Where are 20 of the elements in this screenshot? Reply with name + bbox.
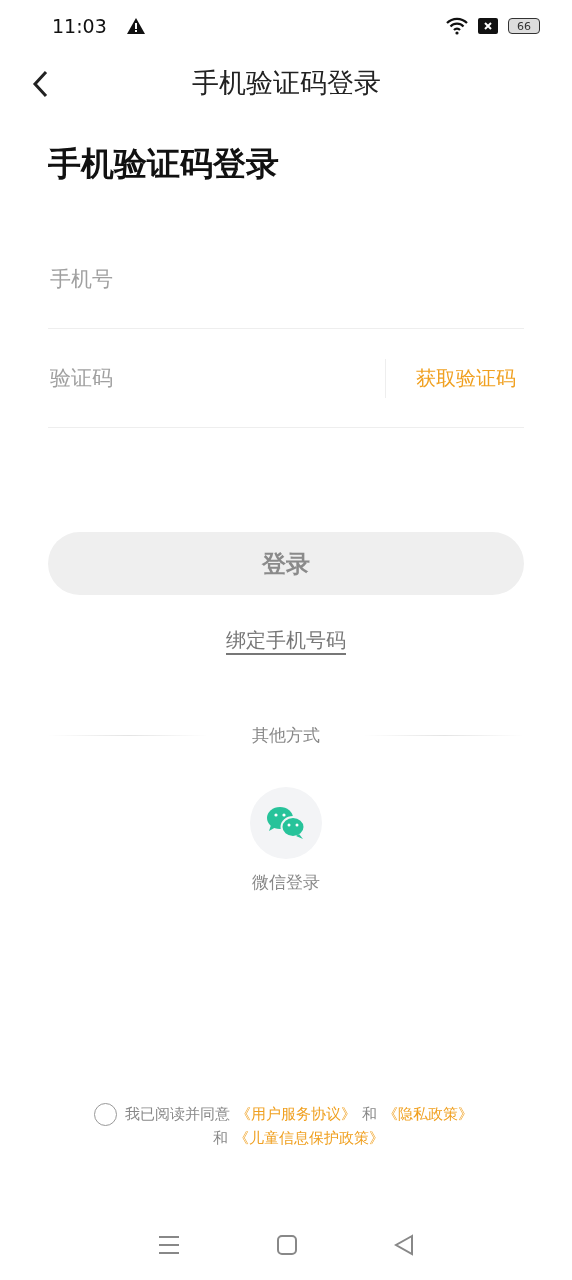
get-code-button[interactable]: 获取验证码 [385,358,524,398]
menu-icon[interactable] [158,1235,181,1255]
input-field[interactable]: 验证码 [48,365,385,391]
nav-title: 手机验证码登录 [191,66,381,100]
policy-link[interactable]: 《隐私政策》 [382,1105,473,1123]
policy-link[interactable]: 《儿童信息保护政策》 [234,1129,384,1147]
back-icon[interactable] [393,1234,414,1256]
warning-icon [126,18,145,34]
policy-link[interactable]: 《用户服务协议》 [235,1105,356,1123]
battery-icon: 66 [508,18,540,34]
no-sim-icon [478,18,498,34]
page-heading: 手机验证码登录 [48,143,280,185]
bind-phone-link[interactable]: 绑定手机号码 [226,627,346,654]
home-icon[interactable] [277,1235,297,1255]
status-time: 11:03 [52,15,107,37]
input-field[interactable]: 手机号 [48,266,524,292]
section-label: 其他方式 [252,724,320,747]
chat-bubbles-icon [265,805,307,841]
agreement-text: 我已阅读并同意 《用户服务协议》 和 《隐私政策》 和 《儿童信息保护政策》 [124,1104,474,1149]
wifi-icon [446,17,468,35]
